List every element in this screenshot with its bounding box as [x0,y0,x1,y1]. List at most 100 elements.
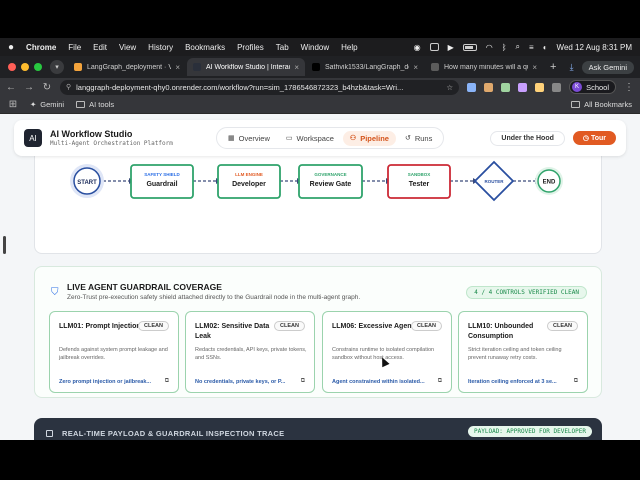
control-card-llm02[interactable]: LLM02: Sensitive Data Leak CLEAN Redacts… [185,311,315,393]
tab-workspace[interactable]: ▭ Workspace [279,131,341,146]
tour-button[interactable]: ◷ Tour [572,131,616,145]
tab-pipeline[interactable]: ⚇ Pipeline [342,130,396,146]
node-start[interactable]: START [70,164,104,198]
control-title: LLM10: Unbounded Consumption [468,323,534,340]
node-tag: SAFETY SHIELD [144,172,180,177]
menu-file[interactable]: File [68,43,81,52]
extension-icon[interactable] [535,82,545,92]
minimize-window-button[interactable] [21,63,29,71]
siri-icon[interactable]: ◐ [543,43,548,52]
external-link-icon[interactable]: ⧉ [574,378,578,385]
control-center-icon[interactable]: ≡ [529,43,534,52]
battery-icon[interactable] [462,43,477,51]
node-name: Tester [409,181,430,188]
tab-search-chevron-icon[interactable]: ▾ [50,60,64,74]
extension-icon[interactable] [518,82,528,92]
browser-tab[interactable]: How many minutes will a qui × [425,58,543,76]
node-guardrail[interactable]: SAFETY SHIELD Guardrail [130,164,194,199]
control-title: LLM06: Excessive Agency [332,323,420,330]
inspection-trace-panel: REAL-TIME PAYLOAD & GUARDRAIL INSPECTION… [34,418,602,440]
back-arrow-icon[interactable]: ← [6,82,16,93]
menubar-datetime[interactable]: Wed 12 Aug 8:31 PM [557,43,632,52]
ask-gemini-button[interactable]: Ask Gemini [581,60,634,74]
bookmarks-bar: ⊞ ✦ Gemini AI tools All Bookmarks [0,96,640,114]
menu-history[interactable]: History [148,43,173,52]
menu-edit[interactable]: Edit [93,43,107,52]
close-tab-icon[interactable]: × [294,63,299,72]
control-card-llm06[interactable]: LLM06: Excessive Agency CLEAN Constrains… [322,311,452,393]
bluetooth-icon[interactable]: ᛒ [502,43,507,52]
browser-tab[interactable]: Sathvik1533/LangGraph_dep × [306,58,424,76]
apps-grid-icon[interactable]: ⊞ [8,99,18,110]
node-tester[interactable]: SANDBOX Tester [387,164,451,199]
extension-icon[interactable] [501,82,511,92]
maximize-window-button[interactable] [34,63,42,71]
extensions-puzzle-icon[interactable] [552,82,562,92]
screen-icon[interactable] [429,43,439,51]
browser-tab[interactable]: LangGraph_deployment · V × [68,58,186,76]
menu-profiles[interactable]: Profiles [237,43,264,52]
tab-overview[interactable]: ▦ Overview [221,131,277,146]
menu-app-name[interactable]: Chrome [26,43,56,52]
download-icon[interactable]: ⤓ [570,62,574,73]
profile-label: School [586,82,609,92]
node-developer[interactable]: LLM ENGINE Developer [217,164,281,199]
control-finding: Zero prompt injection or jailbreak... [59,379,151,385]
extension-icon[interactable] [467,82,477,92]
menu-window[interactable]: Window [301,43,329,52]
new-tab-button[interactable]: + [550,61,556,73]
site-info-icon[interactable]: ⚲ [66,83,71,91]
tabstrip-right: ⤓ Ask Gemini [570,60,640,74]
play-icon[interactable]: ▶ [448,43,454,52]
all-bookmarks-button[interactable]: All Bookmarks [571,100,632,109]
trace-title: REAL-TIME PAYLOAD & GUARDRAIL INSPECTION… [62,429,285,438]
control-card-llm01[interactable]: LLM01: Prompt Injection CLEAN Defends ag… [49,311,179,393]
forward-arrow-icon[interactable]: → [24,82,34,93]
control-finding: No credentials, private keys, or P... [195,379,286,385]
tab-title: AI Workflow Studio | Interacti [206,63,291,71]
reload-icon[interactable]: ↻ [42,82,52,93]
close-window-button[interactable] [8,63,16,71]
search-icon[interactable]: ⌕ [516,42,520,52]
bookmark-ai-tools[interactable]: AI tools [76,100,114,109]
address-bar[interactable]: ⚲ langgraph-deployment-qhy0.onrender.com… [60,79,460,95]
external-link-icon[interactable]: ⧉ [165,378,169,385]
browser-tab[interactable]: AI Workflow Studio | Interacti × [187,58,305,76]
close-tab-icon[interactable]: × [413,63,418,72]
app-subtitle: Multi-Agent Orchestration Platform [50,140,173,147]
control-card-llm10[interactable]: LLM10: Unbounded Consumption CLEAN Stric… [458,311,588,393]
tab-favicon-icon [74,63,82,71]
close-tab-icon[interactable]: × [532,63,537,72]
scroll-indicator[interactable] [3,236,6,254]
gemini-icon: ✦ [30,100,37,109]
tab-title: Sathvik1533/LangGraph_dep [325,63,410,71]
close-tab-icon[interactable]: × [175,63,180,72]
bookmark-star-icon[interactable]: ☆ [446,83,453,92]
control-description: Constrains runtime to isolated compilati… [332,347,435,361]
record-icon[interactable]: ◉ [414,43,421,52]
extension-icon[interactable] [484,82,494,92]
app-logo[interactable]: AI [24,129,42,147]
tabs-container: LangGraph_deployment · V × AI Workflow Stu… [68,58,544,76]
node-review-gate[interactable]: GOVERNANCE Review Gate [298,164,363,199]
apple-menu-icon[interactable]: ● [8,42,14,53]
external-link-icon[interactable]: ⧉ [438,378,442,385]
bookmark-gemini[interactable]: ✦ Gemini [30,100,64,109]
menu-kebab-icon[interactable]: ⋮ [624,82,634,93]
menu-help[interactable]: Help [341,43,357,52]
brand: AI Workflow Studio Multi-Agent Orchestra… [50,129,173,147]
node-router[interactable]: ROUTER [473,160,515,202]
menu-tab[interactable]: Tab [276,43,289,52]
node-name: Review Gate [310,181,352,188]
tab-favicon-icon [431,63,439,71]
menu-bookmarks[interactable]: Bookmarks [185,43,225,52]
under-the-hood-button[interactable]: Under the Hood [490,130,565,146]
profile-button[interactable]: K School [569,80,616,94]
control-description: Defends against system prompt leakage an… [59,347,168,361]
menu-view[interactable]: View [119,43,136,52]
external-link-icon[interactable]: ⧉ [301,378,305,385]
wifi-icon[interactable]: ◠ [486,43,493,52]
node-end[interactable]: END [535,167,563,195]
address-url[interactable]: langgraph-deployment-qhy0.onrender.com/w… [76,83,442,92]
tab-runs[interactable]: ↺ Runs [398,131,439,146]
